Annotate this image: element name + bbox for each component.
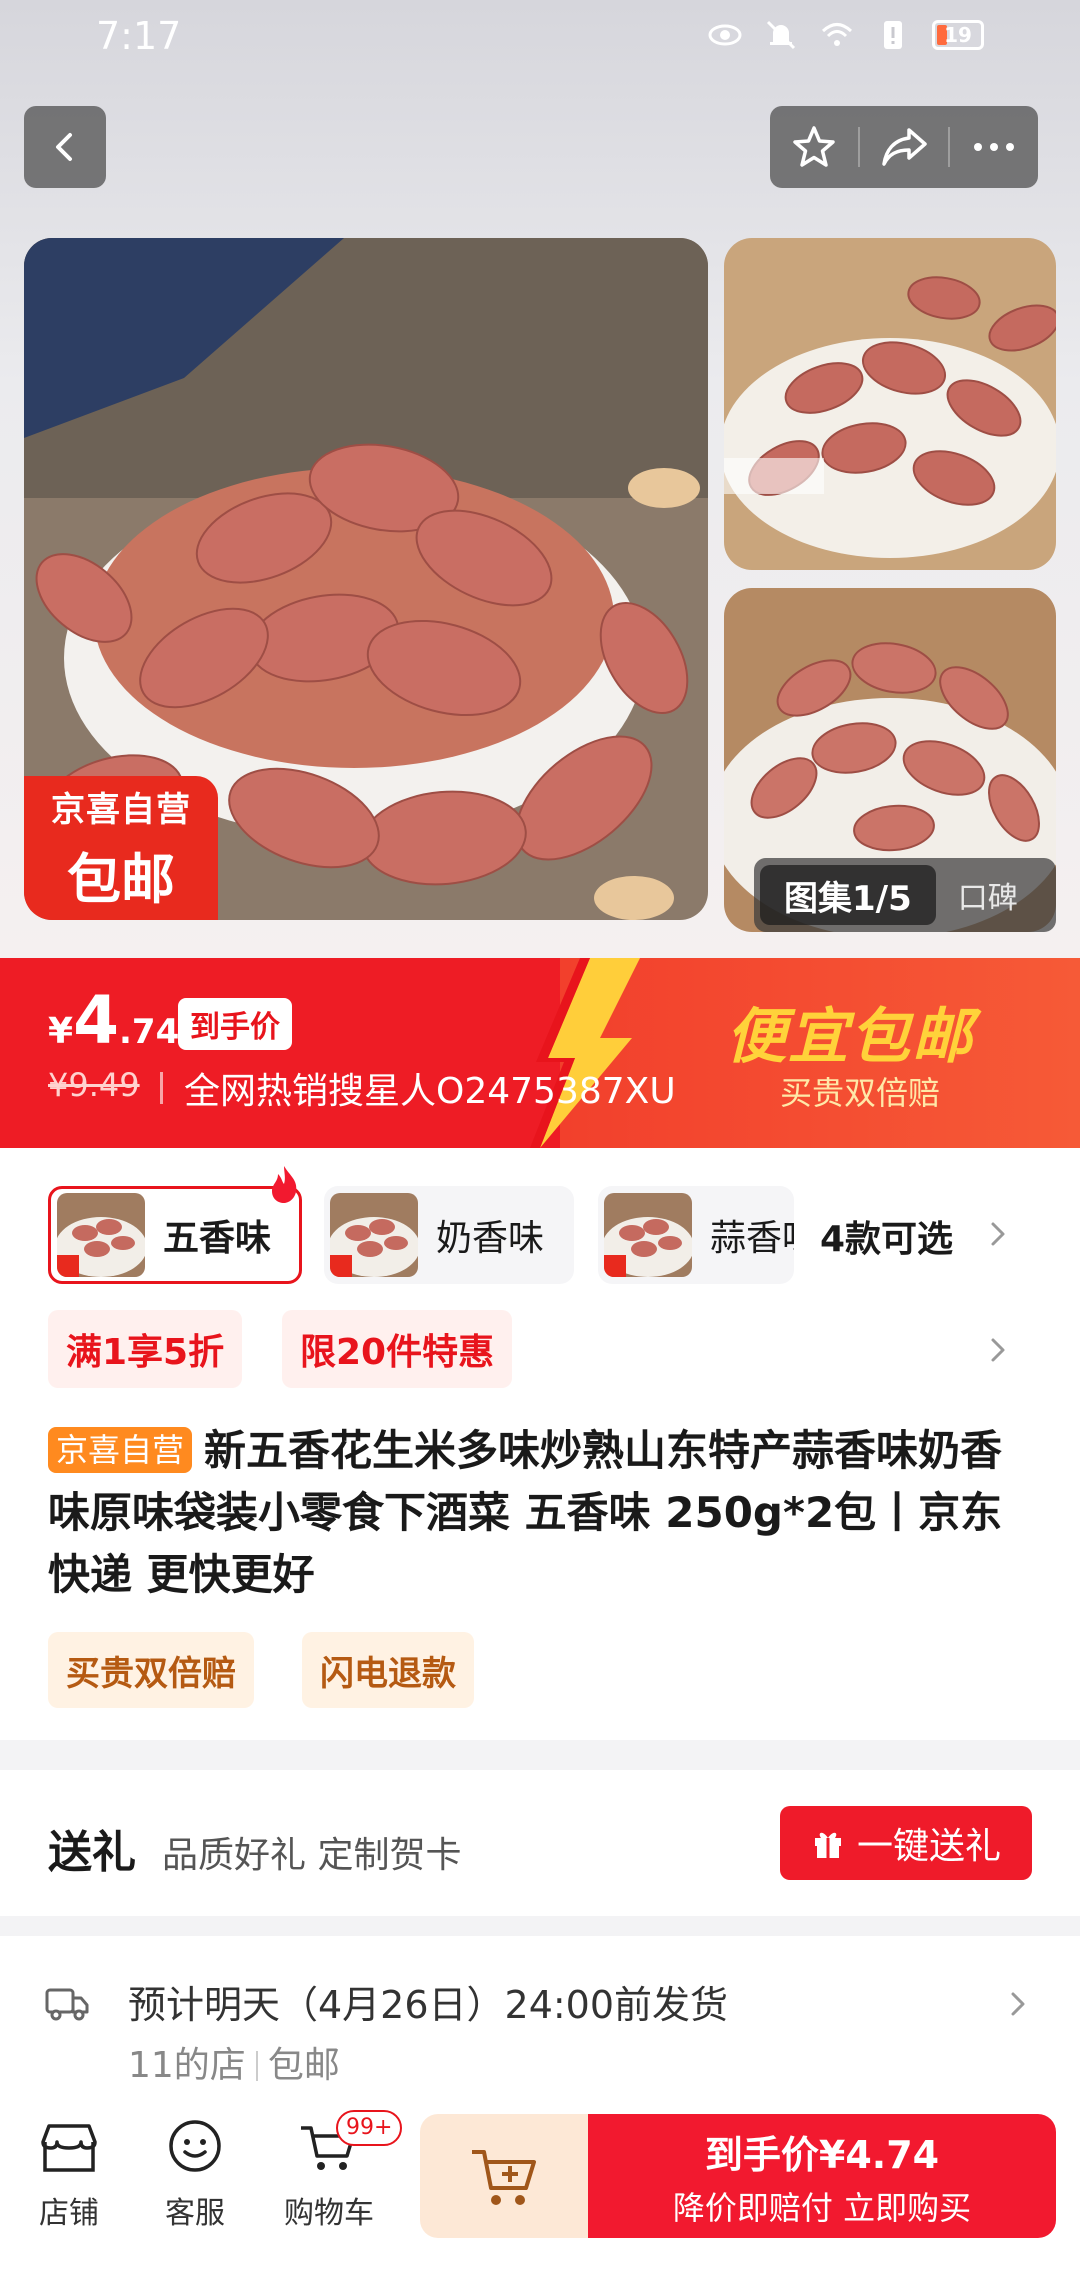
chevron-left-icon (56, 133, 72, 161)
delivery-section[interactable]: 预计明天（4月26日）24:00前发货 11的店 包邮 (0, 1936, 1080, 2096)
gallery-counter-label: 图集1/5 (760, 865, 936, 925)
product-info-card: 五香味 奶香味 蒜香味 4款可选 满1享5折 限20件特惠 京喜自营新五香花生米… (0, 1148, 1080, 1740)
lightning-icon (530, 958, 640, 1148)
delivery-estimate: 预计明天（4月26日）24:00前发货 (128, 1983, 729, 2027)
final-price-tag: 到手价 (178, 998, 292, 1050)
header-action-group (770, 106, 1038, 188)
promo-subline: 买贵双倍赔 (780, 1074, 941, 1112)
variant-thumbnail (57, 1193, 145, 1277)
send-gift-button[interactable]: 一键送礼 (780, 1806, 1032, 1880)
gift-section: 送礼 品质好礼 定制贺卡 一键送礼 (0, 1770, 1080, 1916)
gift-icon (814, 1832, 841, 1858)
hot-flame-icon (272, 1166, 297, 1203)
buy-now-button[interactable]: 到手价¥4.74 降价即赔付 立即购买 (588, 2114, 1056, 2238)
more-button[interactable] (950, 106, 1038, 188)
gift-description: 品质好礼 定制贺卡 (162, 1835, 462, 1876)
variant-thumbnail (604, 1193, 692, 1277)
store-icon (41, 2124, 97, 2172)
gallery-counter[interactable]: 图集1/5 口碑 (754, 858, 1056, 932)
star-icon (793, 126, 835, 167)
sim-alert-icon (876, 18, 910, 52)
status-time: 7:17 (96, 14, 182, 58)
truck-icon (45, 1988, 89, 2021)
variant-option[interactable]: 奶香味 (324, 1186, 574, 1284)
delivery-shop-info: 11的店 包邮 (128, 2036, 340, 2088)
self-operated-tag: 京喜自营 (48, 1427, 193, 1473)
chevron-right-icon (1011, 1992, 1025, 2016)
more-icon (974, 143, 1014, 151)
cart-count-badge: 99+ (336, 2110, 403, 2146)
share-icon (882, 128, 927, 166)
price-banner: ¥4.74 到手价 ¥9.49 全网热销搜星人O2475387XU 便宜包邮 买… (0, 958, 1080, 1148)
final-price: ¥4.74 (48, 982, 180, 1059)
share-button[interactable] (860, 106, 948, 188)
customer-service-button[interactable]: 客服 (140, 2116, 250, 2232)
add-to-cart-button[interactable] (420, 2114, 588, 2238)
bottom-action-bar: 店铺 客服 购物车 99+ 到手价¥4.74 降价即赔付 立即购买 (0, 2096, 1080, 2280)
coupon-discount[interactable]: 满1享5折 (48, 1310, 243, 1388)
gift-title: 送礼 (48, 1827, 136, 1878)
variant-thumbnail (330, 1193, 418, 1277)
variant-count[interactable]: 4款可选 (820, 1210, 953, 1262)
review-tab[interactable]: 口碑 (958, 873, 1018, 917)
eye-icon (708, 18, 742, 52)
coupon-limited[interactable]: 限20件特惠 (282, 1310, 513, 1388)
back-button[interactable] (24, 106, 106, 188)
variant-option[interactable]: 蒜香味 (598, 1186, 794, 1284)
status-bar: 7:17 19 (0, 0, 1080, 76)
service-tag-price-protect[interactable]: 买贵双倍赔 (48, 1632, 254, 1708)
shipping-info: 包邮 (267, 2045, 340, 2086)
status-icons: 19 (708, 18, 984, 52)
promo-headline: 便宜包邮 (726, 1002, 974, 1072)
battery-icon: 19 (932, 20, 984, 50)
wifi-icon (820, 18, 854, 52)
chat-face-icon (169, 2120, 221, 2172)
chevron-right-icon[interactable] (986, 1332, 1010, 1368)
shop-name: 11的店 (128, 2045, 246, 2086)
self-operated-badge: 京喜自营 包邮 (24, 776, 218, 920)
product-title: 京喜自营 新五香花生米多味炒熟山东特产蒜香味奶香味原味袋装小零食下酒菜 五香味 2… (48, 1420, 1038, 1606)
store-button[interactable]: 店铺 (14, 2116, 124, 2232)
chevron-right-icon[interactable] (986, 1216, 1010, 1252)
cart-button[interactable]: 购物车 99+ (274, 2110, 403, 2232)
product-gallery-area: 7:17 19 京喜自营 包邮 图集1/5 口碑 (0, 0, 1080, 958)
add-cart-icon (472, 2150, 536, 2205)
bell-muted-icon (764, 18, 798, 52)
variant-option[interactable]: 五香味 (48, 1186, 302, 1284)
service-tag-fast-refund[interactable]: 闪电退款 (302, 1632, 474, 1708)
product-thumb-image-1[interactable] (724, 238, 1056, 570)
original-price: ¥9.49 (48, 1066, 140, 1104)
price-description: 全网热销搜星人O2475387XU (184, 1071, 676, 1112)
favorite-button[interactable] (770, 106, 858, 188)
